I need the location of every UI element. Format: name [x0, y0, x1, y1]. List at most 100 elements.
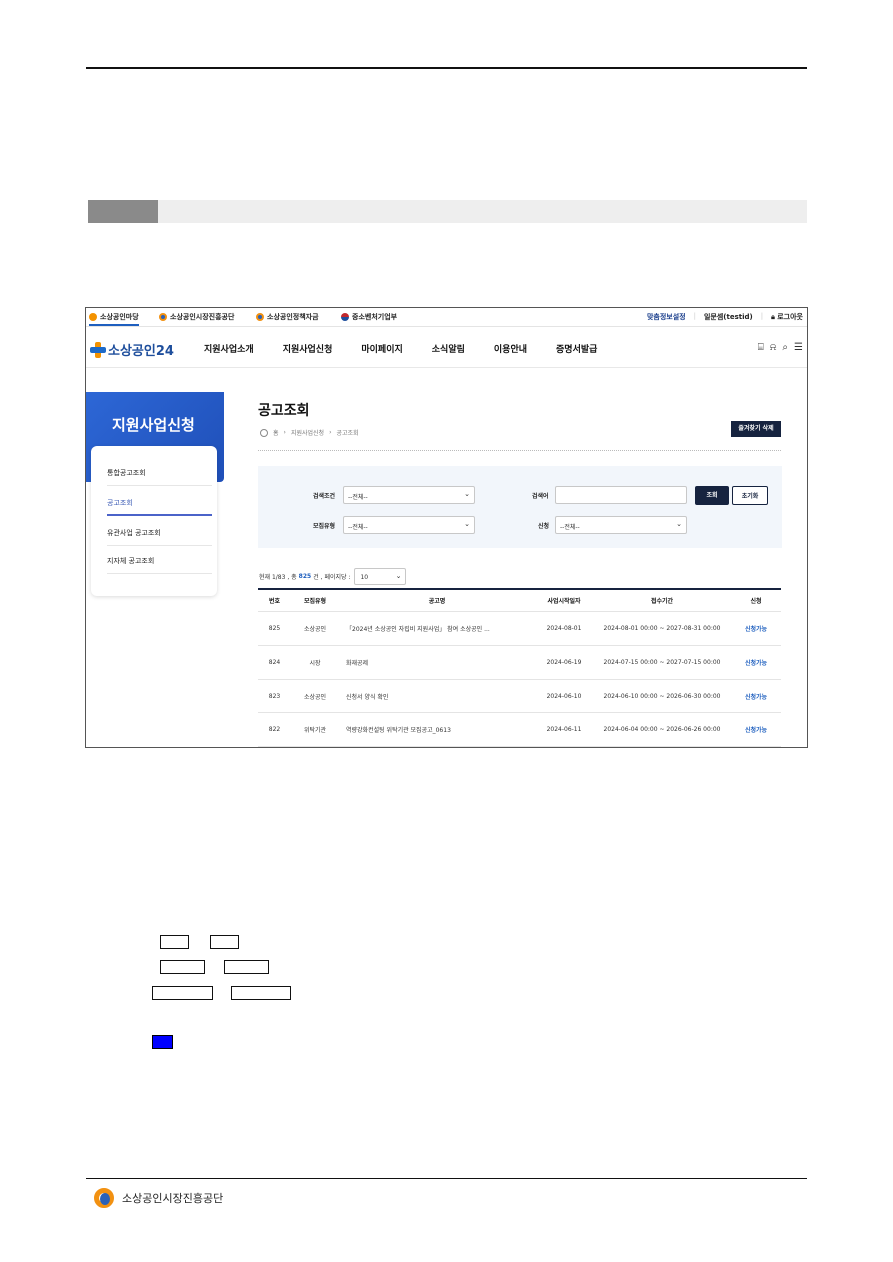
placeholder-box [160, 935, 189, 949]
gnb-item-certificate[interactable]: 증명서발급 [556, 342, 597, 355]
sidebar-item-local[interactable]: 지자체 공고조회 [107, 546, 212, 574]
cell-period: 2024-06-04 00:00 ~ 2026-06-26 00:00 [603, 726, 721, 733]
search-button[interactable]: 조회 [695, 486, 729, 505]
title-divider [258, 450, 781, 451]
footer-logo: 소상공인시장진흥공단 [94, 1187, 223, 1209]
blue-marker-box [152, 1035, 173, 1049]
chevron-down-icon: ⌄ [395, 572, 402, 580]
gnb-menu: 지원사업소개 지원사업신청 마이페이지 소식알림 이용안내 증명서발급 [204, 342, 626, 355]
sidebar-item-notice[interactable]: 공고조회 [107, 488, 212, 516]
site-logo[interactable]: 소상공인24 [90, 340, 174, 359]
condition-label: 검색조건 [313, 493, 336, 500]
per-page-label: 건 , 페이지당 : [313, 574, 351, 581]
user-name[interactable]: 일문셈(testid) [704, 312, 753, 322]
placeholder-box [231, 986, 291, 1000]
cell-date: 2024-06-11 [546, 726, 582, 733]
site-link-semas[interactable]: 소상공인시장진흥공단 [159, 312, 234, 322]
recruit-select[interactable]: --전체-- ⌄ [343, 516, 475, 534]
favorite-delete-button[interactable]: 즐겨찾기 삭제 [731, 421, 781, 437]
cell-num: 823 [268, 692, 281, 700]
section-heading-tab [88, 200, 158, 223]
semas-logo-icon [94, 1187, 116, 1209]
placeholder-box [210, 935, 239, 949]
cell-type: 소상공인 [303, 693, 327, 701]
gnb-item-news[interactable]: 소식알림 [432, 342, 465, 355]
search-icon[interactable]: ⌕ [782, 342, 788, 353]
col-header-status: 신청 [750, 598, 762, 605]
chevron-right-icon: › [283, 429, 286, 436]
madang-logo-icon [89, 313, 97, 321]
custom-info-link[interactable]: 맞춤정보설정 [647, 312, 686, 322]
gnb-item-intro[interactable]: 지원사업소개 [204, 342, 254, 355]
col-header-title: 공고명 [428, 598, 446, 605]
logout-link[interactable]: 🔒︎ 로그아웃 [771, 312, 803, 322]
cell-status[interactable]: 신청가능 [731, 612, 781, 645]
sidebar-item-related[interactable]: 유관사업 공고조회 [107, 518, 212, 546]
header-rule [86, 67, 807, 69]
placeholder-box [160, 960, 205, 974]
gnb-item-guide[interactable]: 이용안내 [494, 342, 527, 355]
per-page-select[interactable]: 10 ⌄ [354, 568, 407, 585]
site-link-policy-fund[interactable]: 소상공인정책자금 [256, 312, 319, 322]
cell-status[interactable]: 신청가능 [731, 680, 781, 712]
chevron-right-icon: › [329, 429, 332, 436]
col-header-period: 접수기간 [650, 598, 674, 605]
apply-label: 신청 [538, 523, 550, 530]
cell-title-link[interactable]: 신청서 양식 확인 [339, 680, 535, 712]
recruit-label: 모집유형 [313, 523, 336, 530]
reset-button[interactable]: 초기화 [732, 486, 768, 505]
bell-icon[interactable]: ⍾ [770, 342, 777, 353]
col-header-type: 모집유형 [303, 598, 327, 605]
breadcrumb: 홈 › 지원사업신청 › 공고조회 [260, 428, 359, 437]
home-icon[interactable] [260, 428, 268, 437]
breadcrumb-apply[interactable]: 지원사업신청 [291, 428, 324, 437]
page-info: 현재 1/83 , 총 [259, 574, 297, 581]
chevron-down-icon: ⌄ [676, 520, 682, 528]
cell-title-link[interactable]: 「2024년 소상공인 자립비 지원사업」 참여 소상공인 ... [339, 612, 535, 645]
gnb-icons: ⌸ ⍾ ⌕ ☰ [758, 342, 803, 353]
col-header-date: 사업시작일자 [547, 598, 581, 605]
util-separator: | [760, 312, 764, 320]
section-heading-bar [88, 200, 807, 223]
site-link-sbiz-madang[interactable]: 소상공인마당 [89, 312, 139, 326]
breadcrumb-current: 공고조회 [336, 430, 359, 437]
cell-title-link[interactable]: 화재공제 [339, 646, 535, 679]
store-icon[interactable]: ⌸ [758, 342, 764, 353]
utility-bar: 소상공인마당 소상공인시장진흥공단 소상공인정책자금 중소벤처기업부 맞춤정보설… [86, 308, 807, 327]
util-right: 맞춤정보설정 | 일문셈(testid) | 🔒︎ 로그아웃 [647, 312, 803, 322]
util-separator: | [693, 312, 696, 320]
gnb-item-mypage[interactable]: 마이페이지 [361, 342, 402, 355]
table-row[interactable]: 823 소상공인 신청서 양식 확인 2024-06-10 2024-06-10… [258, 680, 781, 713]
cell-status[interactable]: 신청가능 [731, 646, 781, 679]
site-link-mss[interactable]: 중소벤처기업부 [341, 312, 397, 322]
cell-title-link[interactable]: 역량강화컨설팅 위탁기관 모집공고_0613 [339, 713, 535, 746]
cell-period: 2024-08-01 00:00 ~ 2027-08-31 00:00 [603, 625, 721, 632]
sidebar-item-integrated[interactable]: 통합공고조회 [107, 458, 212, 486]
cell-period: 2024-06-10 00:00 ~ 2026-06-30 00:00 [603, 692, 721, 700]
table-header: 번호 모집유형 공고명 사업시작일자 접수기간 신청 [258, 590, 781, 612]
keyword-input[interactable] [555, 486, 687, 504]
table-row[interactable]: 822 위탁기관 역량강화컨설팅 위탁기관 모집공고_0613 2024-06-… [258, 713, 781, 747]
cell-type: 시장 [309, 660, 321, 667]
menu-icon[interactable]: ☰ [794, 342, 803, 353]
breadcrumb-home[interactable]: 홈 [273, 428, 279, 437]
condition-select[interactable]: --전체-- ⌄ [343, 486, 475, 504]
cell-date: 2024-08-01 [546, 625, 582, 632]
table-row[interactable]: 825 소상공인 「2024년 소상공인 자립비 지원사업」 참여 소상공인 .… [258, 612, 781, 646]
cell-status[interactable]: 신청가능 [731, 713, 781, 746]
gnb-item-apply[interactable]: 지원사업신청 [283, 342, 333, 355]
main-navigation: 소상공인24 지원사업소개 지원사업신청 마이페이지 소식알림 이용안내 증명서… [86, 328, 807, 368]
cell-type: 위탁기관 [303, 727, 327, 734]
sidebar-menu: 통합공고조회 공고조회 유관사업 공고조회 지자체 공고조회 [91, 446, 217, 596]
mss-logo-icon [341, 313, 349, 321]
apply-select[interactable]: --전체-- ⌄ [555, 516, 687, 534]
cell-num: 822 [268, 726, 281, 733]
cell-date: 2024-06-19 [546, 659, 582, 666]
lock-icon: 🔒︎ [771, 313, 775, 321]
cell-num: 825 [268, 625, 281, 632]
placeholder-box [224, 960, 269, 974]
policy-fund-logo-icon [256, 313, 264, 321]
page-title: 공고조회 [258, 403, 310, 419]
table-row[interactable]: 824 시장 화재공제 2024-06-19 2024-07-15 00:00 … [258, 646, 781, 680]
sidebar-title: 지원사업신청 [112, 416, 195, 434]
